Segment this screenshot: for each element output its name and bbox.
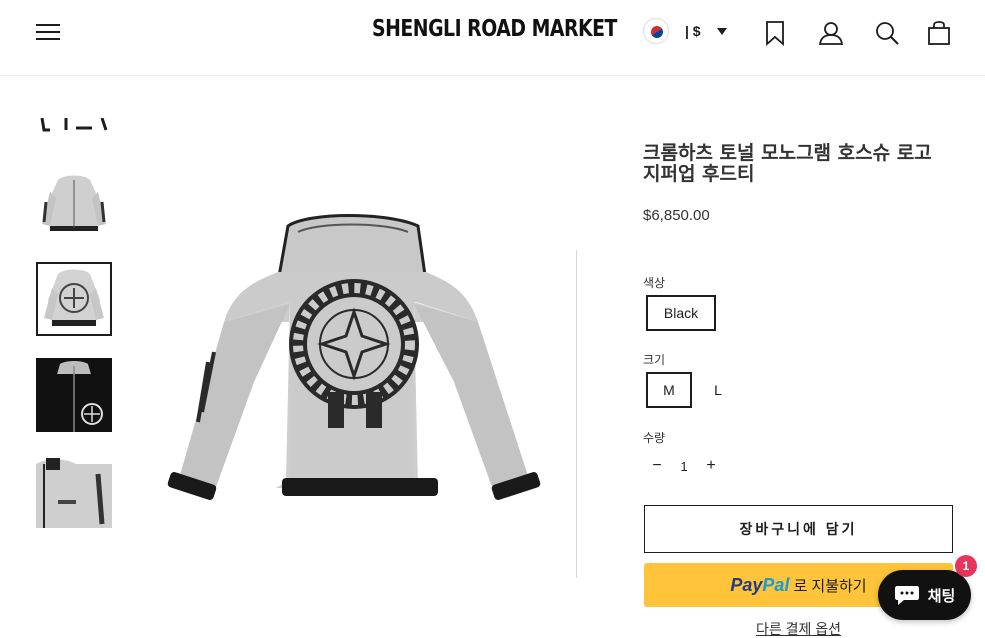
chat-label: 채팅 [927, 587, 956, 605]
locale-selector[interactable]: | $ [643, 18, 727, 44]
thumbnail-partial[interactable] [36, 118, 112, 136]
size-option-l[interactable]: L [696, 372, 740, 408]
column-divider [576, 250, 577, 578]
more-payment-options-link[interactable]: 다른 결제 옵션 [644, 619, 953, 638]
color-label: 색상 [643, 276, 666, 290]
thumbnail-2[interactable] [36, 262, 112, 336]
paypal-logo-pal: Pal [762, 574, 790, 595]
main-product-image[interactable] [158, 212, 548, 512]
thumbnail-4[interactable] [36, 454, 112, 528]
color-option-black[interactable]: Black [646, 295, 716, 331]
thumbnail-1[interactable] [36, 166, 112, 240]
quantity-stepper: − 1 + [643, 452, 725, 480]
site-header: SHENGLI ROAD MARKET | $ [0, 0, 985, 76]
quantity-plus-button[interactable]: + [697, 457, 725, 475]
size-label: 크기 [643, 353, 666, 367]
search-icon[interactable] [874, 20, 900, 46]
quantity-minus-button[interactable]: − [643, 457, 671, 475]
account-icon[interactable] [818, 20, 844, 46]
brand-logo[interactable]: SHENGLI ROAD MARKET [372, 16, 617, 42]
chat-unread-badge: 1 [955, 555, 977, 577]
quantity-value[interactable]: 1 [680, 459, 687, 474]
paypal-suffix: 로 지불하기 [793, 577, 867, 595]
hamburger-menu-icon[interactable] [36, 22, 62, 42]
quantity-label: 수량 [643, 431, 666, 445]
korea-flag-icon [643, 18, 669, 44]
product-price: $6,850.00 [643, 207, 710, 224]
cart-icon[interactable] [926, 20, 952, 46]
chat-bubble-icon [894, 586, 919, 605]
thumbnail-3[interactable] [36, 358, 112, 432]
bookmark-icon[interactable] [762, 20, 788, 46]
caret-down-icon [716, 27, 727, 35]
chat-button[interactable]: 채팅 [878, 570, 971, 620]
add-to-cart-button[interactable]: 장바구니에 담기 [644, 505, 953, 553]
product-title: 크롬하츠 토널 모노그램 호스슈 로고 지퍼업 후드티 [643, 142, 932, 185]
paypal-logo-pay: Pay [730, 574, 763, 595]
size-option-m[interactable]: M [646, 372, 692, 408]
currency-label: | $ [685, 23, 701, 39]
